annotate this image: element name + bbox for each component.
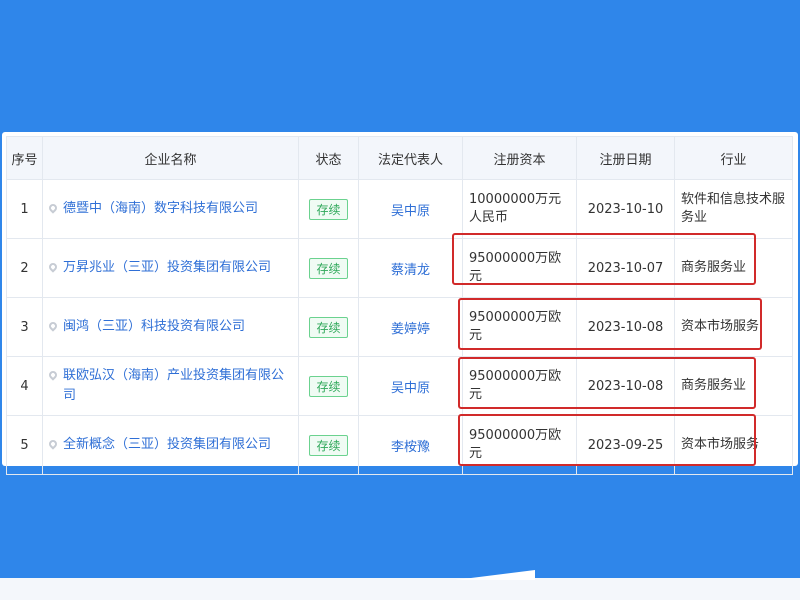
company-name-link[interactable]: 闽鸿（三亚）科技投资有限公司 — [63, 317, 245, 337]
capital-cell: 95000000万欧元 — [462, 238, 577, 298]
company-name-link[interactable]: 联欧弘汉（海南）产业投资集团有限公司 — [63, 366, 292, 406]
location-pin-icon — [47, 369, 59, 381]
bottom-strip — [0, 578, 800, 600]
status-cell: 存续 — [298, 415, 359, 475]
location-pin-icon — [47, 261, 59, 273]
status-badge: 存续 — [309, 434, 348, 456]
company-name-cell[interactable]: 万昇兆业（三亚）投资集团有限公司 — [42, 238, 299, 298]
date-cell: 2023-10-08 — [576, 297, 675, 357]
location-pin-icon — [47, 320, 59, 332]
header-capital: 注册资本 — [462, 136, 577, 180]
table-row: 1 德暨中（海南）数字科技有限公司 存续 吴中原 10000000万元人民币 2… — [6, 179, 793, 239]
legal-rep-link[interactable]: 李桉豫 — [358, 415, 463, 475]
capital-cell: 95000000万欧元 — [462, 356, 577, 416]
table-header-row: 序号 企业名称 状态 法定代表人 注册资本 注册日期 行业 — [6, 136, 793, 180]
company-name-cell[interactable]: 全新概念（三亚）投资集团有限公司 — [42, 415, 299, 475]
row-index: 4 — [6, 356, 43, 416]
date-cell: 2023-10-10 — [576, 179, 675, 239]
header-index: 序号 — [6, 136, 43, 180]
header-date: 注册日期 — [576, 136, 675, 180]
location-pin-icon — [47, 438, 59, 450]
header-legal-rep: 法定代表人 — [358, 136, 463, 180]
company-table-card: 序号 企业名称 状态 法定代表人 注册资本 注册日期 行业 1 德暨中（海南）数… — [2, 132, 798, 475]
status-badge: 存续 — [309, 257, 348, 279]
date-cell: 2023-09-25 — [576, 415, 675, 475]
legal-rep-link[interactable]: 吴中原 — [358, 179, 463, 239]
industry-cell: 资本市场服务 — [674, 415, 793, 475]
industry-cell: 商务服务业 — [674, 356, 793, 416]
industry-cell: 软件和信息技术服务业 — [674, 179, 793, 239]
row-index: 1 — [6, 179, 43, 239]
company-name-cell[interactable]: 联欧弘汉（海南）产业投资集团有限公司 — [42, 356, 299, 416]
company-name-link[interactable]: 万昇兆业（三亚）投资集团有限公司 — [63, 258, 271, 278]
status-cell: 存续 — [298, 238, 359, 298]
status-badge: 存续 — [309, 198, 348, 220]
table-row: 2 万昇兆业（三亚）投资集团有限公司 存续 蔡清龙 95000000万欧元 20… — [6, 238, 793, 298]
company-name-link[interactable]: 德暨中（海南）数字科技有限公司 — [63, 199, 258, 219]
row-index: 3 — [6, 297, 43, 357]
legal-rep-link[interactable]: 吴中原 — [358, 356, 463, 416]
row-index: 2 — [6, 238, 43, 298]
company-name-link[interactable]: 全新概念（三亚）投资集团有限公司 — [63, 435, 271, 455]
company-name-cell[interactable]: 德暨中（海南）数字科技有限公司 — [42, 179, 299, 239]
industry-cell: 资本市场服务 — [674, 297, 793, 357]
legal-rep-link[interactable]: 姜婷婷 — [358, 297, 463, 357]
status-cell: 存续 — [298, 179, 359, 239]
location-pin-icon — [47, 202, 59, 214]
industry-cell: 商务服务业 — [674, 238, 793, 298]
status-badge: 存续 — [309, 375, 348, 397]
status-cell: 存续 — [298, 297, 359, 357]
company-table: 序号 企业名称 状态 法定代表人 注册资本 注册日期 行业 1 德暨中（海南）数… — [6, 136, 793, 475]
bottom-arrow-shape — [455, 570, 535, 580]
table-row: 4 联欧弘汉（海南）产业投资集团有限公司 存续 吴中原 95000000万欧元 … — [6, 356, 793, 416]
legal-rep-link[interactable]: 蔡清龙 — [358, 238, 463, 298]
header-company-name: 企业名称 — [42, 136, 299, 180]
capital-cell: 95000000万欧元 — [462, 415, 577, 475]
capital-cell: 10000000万元人民币 — [462, 179, 577, 239]
date-cell: 2023-10-08 — [576, 356, 675, 416]
row-index: 5 — [6, 415, 43, 475]
table-row: 5 全新概念（三亚）投资集团有限公司 存续 李桉豫 95000000万欧元 20… — [6, 415, 793, 475]
status-cell: 存续 — [298, 356, 359, 416]
header-status: 状态 — [298, 136, 359, 180]
header-industry: 行业 — [674, 136, 793, 180]
status-badge: 存续 — [309, 316, 348, 338]
date-cell: 2023-10-07 — [576, 238, 675, 298]
table-row: 3 闽鸿（三亚）科技投资有限公司 存续 姜婷婷 95000000万欧元 2023… — [6, 297, 793, 357]
capital-cell: 95000000万欧元 — [462, 297, 577, 357]
company-name-cell[interactable]: 闽鸿（三亚）科技投资有限公司 — [42, 297, 299, 357]
